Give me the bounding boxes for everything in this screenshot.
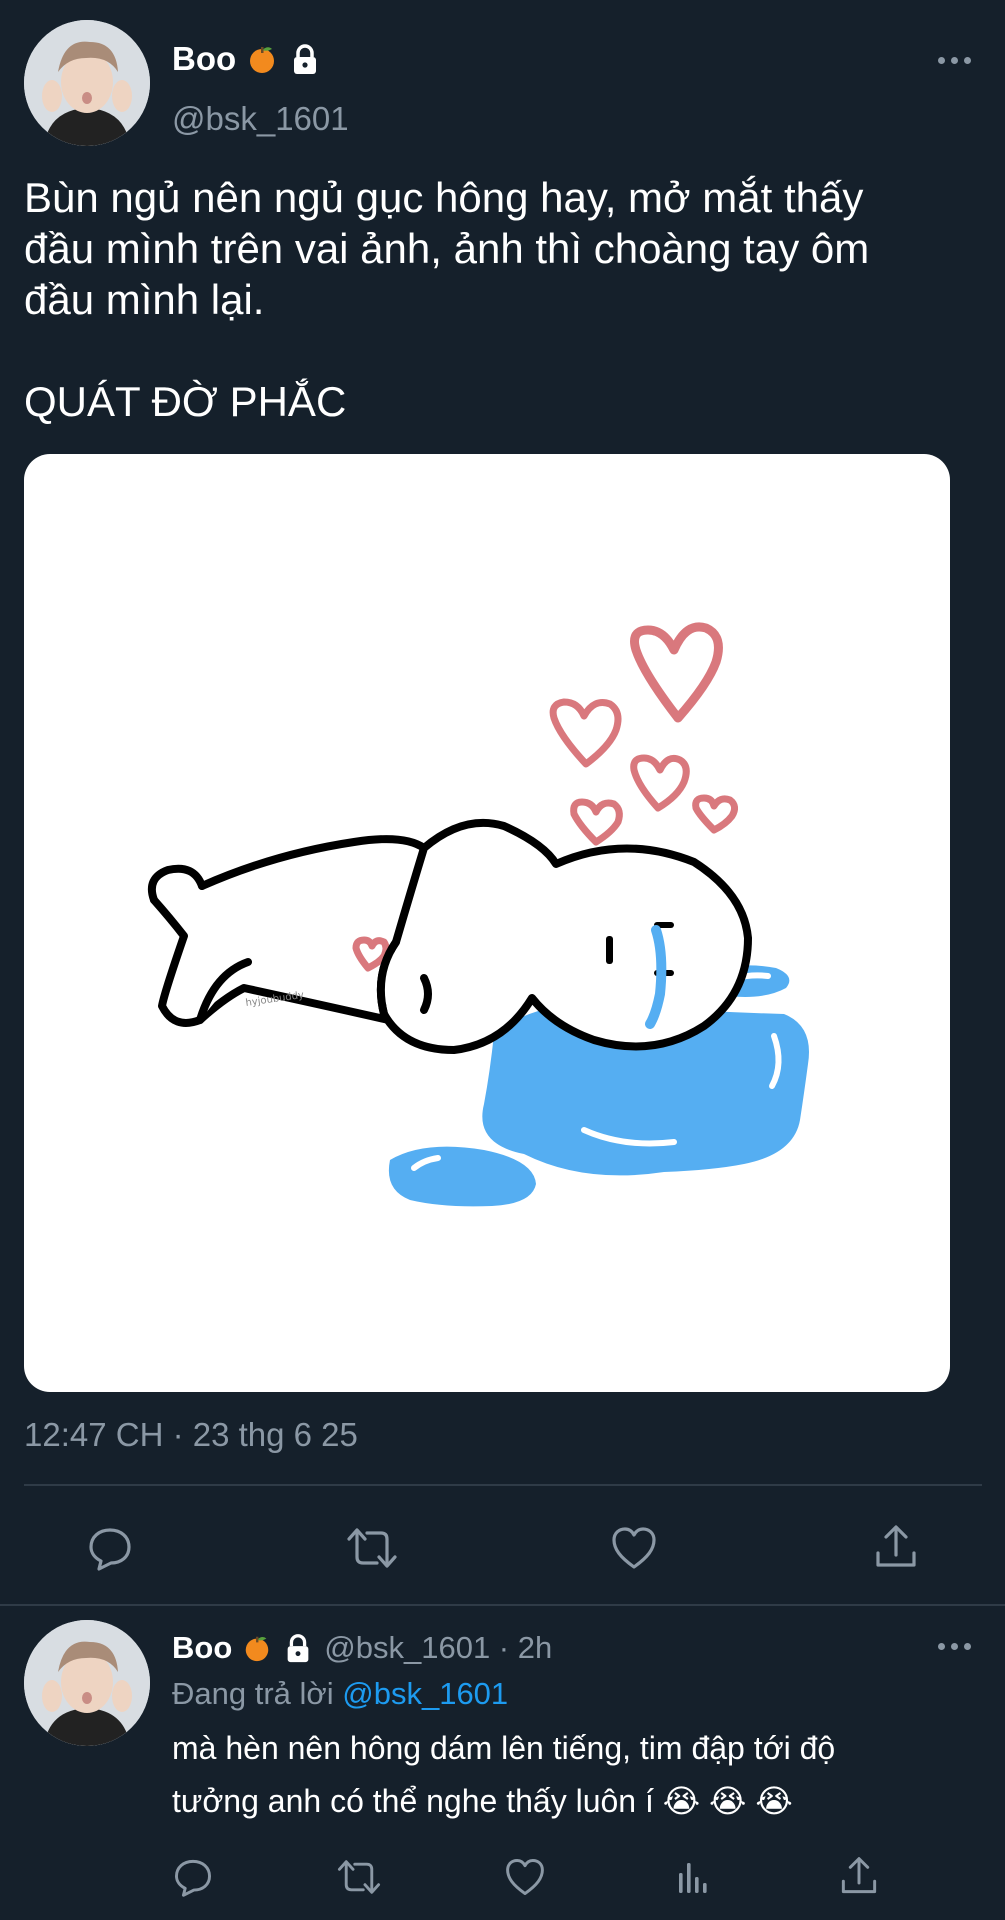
author-handle[interactable]: @bsk_1601 (172, 100, 349, 138)
replying-to: Đang trả lời @bsk_1601 (172, 1676, 508, 1712)
more-icon[interactable] (938, 57, 971, 64)
reply-text-line: mà hèn nên hông dám lên tiếng, tim đập t… (172, 1730, 836, 1766)
tweet-text-line: đầu mình trên vai ảnh, ảnh thì choàng ta… (24, 225, 870, 272)
divider (0, 1604, 1005, 1606)
like-icon[interactable] (604, 1518, 664, 1578)
author-avatar[interactable] (24, 20, 150, 146)
reply-author-avatar[interactable] (24, 1620, 150, 1746)
reply-author-name[interactable]: Boo (172, 1630, 232, 1666)
divider (24, 1484, 982, 1486)
lying-figure-illustration: hyjoubuddy (147, 622, 809, 1207)
reply-text: mà hèn nên hông dám lên tiếng, tim đập t… (172, 1722, 992, 1828)
retweet-icon[interactable] (342, 1518, 402, 1578)
analytics-icon[interactable] (668, 1852, 718, 1902)
reply-icon[interactable] (80, 1518, 140, 1578)
tweet-media-image[interactable]: hyjoubuddy (24, 454, 950, 1392)
reply-icon[interactable] (168, 1852, 218, 1902)
tweet-text: Bùn ngủ nên ngủ gục hông hay, mở mắt thấ… (24, 172, 984, 427)
like-icon[interactable] (500, 1852, 550, 1902)
lock-icon (288, 42, 322, 76)
orange-emoji-icon (246, 43, 278, 75)
tweet-text-line: Bùn ngủ nên ngủ gục hông hay, mở mắt thấ… (24, 174, 864, 221)
share-icon[interactable] (834, 1850, 884, 1902)
tweet-text-line: QUÁT ĐỜ PHẮC (24, 378, 347, 425)
more-icon[interactable] (938, 1643, 971, 1650)
lock-icon (282, 1632, 314, 1664)
author-name-row: Boo (172, 40, 322, 78)
reply-text-line: tưởng anh có thể nghe thấy luôn í 😭 😭 😭 (172, 1783, 793, 1819)
tweet-timestamp[interactable]: 12:47 CH · 23 thg 6 25 (24, 1416, 358, 1454)
replying-to-prefix: Đang trả lời (172, 1676, 334, 1711)
author-name[interactable]: Boo (172, 40, 236, 78)
share-icon[interactable] (866, 1516, 926, 1578)
reply-handle-time[interactable]: @bsk_1601 · 2h (324, 1630, 552, 1666)
tweet-text-line: đầu mình lại. (24, 276, 265, 323)
replying-to-mention[interactable]: @bsk_1601 (342, 1676, 508, 1711)
reply-author-row: Boo @bsk_1601 · 2h (172, 1630, 552, 1666)
retweet-icon[interactable] (334, 1852, 384, 1902)
orange-emoji-icon (242, 1633, 272, 1663)
